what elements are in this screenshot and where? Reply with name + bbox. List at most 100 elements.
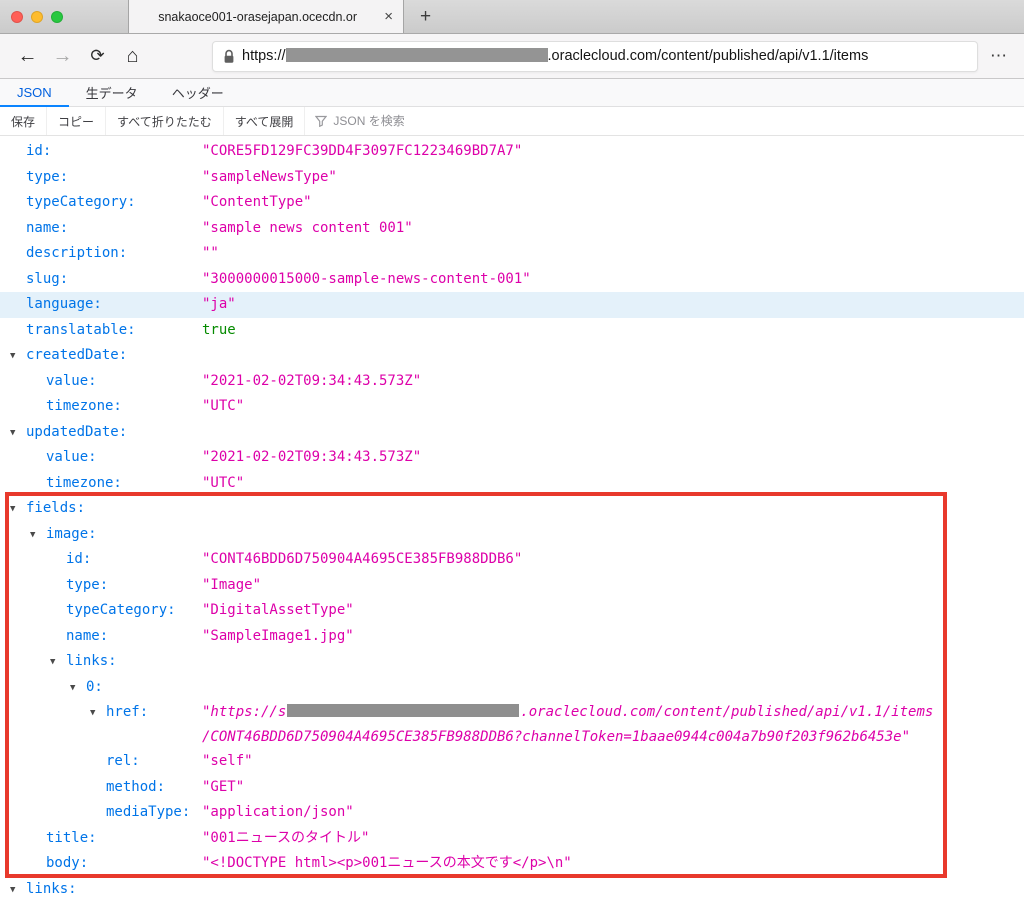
json-key: value: (46, 373, 97, 389)
window-minimize-button[interactable] (31, 11, 43, 23)
json-key: href: (106, 704, 148, 720)
twisty-icon[interactable]: ▼ (50, 650, 66, 675)
json-value: "self" (202, 749, 1024, 774)
json-row-mediaType[interactable]: ▼mediaType:"application/json" (0, 800, 1024, 826)
copy-button[interactable]: コピー (47, 107, 106, 135)
json-key: language: (26, 296, 102, 312)
json-row-href[interactable]: ▼href: "https://s.oraclecloud.com/content… (0, 700, 1024, 749)
json-row-id[interactable]: ▼id:"CORE5FD129FC39DD4F3097FC1223469BD7A… (0, 139, 1024, 165)
json-value: "ja" (202, 292, 1024, 317)
collapse-all-button[interactable]: すべて折りたたむ (106, 107, 224, 135)
annotation-red-box: ▼fields:▼image:▼id:"CONT46BDD6D750904A46… (0, 496, 1024, 877)
new-tab-button[interactable]: + (404, 0, 447, 33)
save-button[interactable]: 保存 (0, 107, 47, 135)
json-filter (305, 114, 543, 128)
json-row-updatedDate[interactable]: ▼updatedDate: (0, 420, 1024, 446)
json-row-name[interactable]: ▼name:"SampleImage1.jpg" (0, 624, 1024, 650)
json-key: translatable: (26, 322, 136, 338)
url-suffix: .oraclecloud.com/content/published/api/v… (548, 48, 869, 64)
json-key: type: (26, 169, 68, 185)
json-row-links[interactable]: ▼links: (0, 877, 1024, 899)
json-value: "CONT46BDD6D750904A4695CE385FB988DDB6" (202, 547, 1024, 572)
twisty-icon[interactable]: ▼ (90, 701, 106, 726)
window-titlebar: snakaoce001-orasejapan.ocecdn.or × + (0, 0, 1024, 34)
tab-raw-data[interactable]: 生データ (69, 79, 155, 106)
json-row-method[interactable]: ▼method:"GET" (0, 775, 1024, 801)
json-value: true (202, 318, 1024, 343)
json-value: "application/json" (202, 800, 1024, 825)
window-close-button[interactable] (11, 11, 23, 23)
json-key: timezone: (46, 398, 122, 414)
json-value: "Image" (202, 573, 1024, 598)
json-key: type: (66, 577, 108, 593)
json-key: timezone: (46, 475, 122, 491)
json-value: "3000000015000-sample-news-content-001" (202, 267, 1024, 292)
json-row-value[interactable]: ▼value:"2021-02-02T09:34:43.573Z" (0, 445, 1024, 471)
browser-tab[interactable]: snakaoce001-orasejapan.ocecdn.or × (128, 0, 404, 33)
forward-icon[interactable]: → (45, 40, 80, 72)
url-text: https:// .oraclecloud.com/content/publish… (242, 48, 868, 64)
json-row-slug[interactable]: ▼slug:"3000000015000-sample-news-content… (0, 267, 1024, 293)
json-row-links[interactable]: ▼links: (0, 649, 1024, 675)
json-row-typeCategory[interactable]: ▼typeCategory:"DigitalAssetType" (0, 598, 1024, 624)
json-key: id: (26, 143, 51, 159)
json-row-body[interactable]: ▼body:"<!DOCTYPE html><p>001ニュースの本文です</p… (0, 851, 1024, 877)
json-row-title[interactable]: ▼title:"001ニュースのタイトル" (0, 826, 1024, 852)
json-key: updatedDate: (26, 424, 127, 440)
json-row-fields[interactable]: ▼fields: (0, 496, 1024, 522)
json-key: name: (66, 628, 108, 644)
filter-funnel-icon (315, 115, 327, 127)
json-row-0[interactable]: ▼0: (0, 675, 1024, 701)
tab-headers[interactable]: ヘッダー (155, 79, 241, 106)
json-row-type[interactable]: ▼type:"Image" (0, 573, 1024, 599)
json-row-typeCategory[interactable]: ▼typeCategory:"ContentType" (0, 190, 1024, 216)
json-row-description[interactable]: ▼description:"" (0, 241, 1024, 267)
json-key: id: (66, 551, 91, 567)
json-value: "" (202, 241, 1024, 266)
json-viewer-toolbar: 保存 コピー すべて折りたたむ すべて展開 (0, 107, 1024, 136)
json-row-timezone[interactable]: ▼timezone:"UTC" (0, 471, 1024, 497)
twisty-icon[interactable]: ▼ (10, 344, 26, 369)
window-zoom-button[interactable] (51, 11, 63, 23)
json-value: "CORE5FD129FC39DD4F3097FC1223469BD7A7" (202, 139, 1024, 164)
json-key: image: (46, 526, 97, 542)
tab-json[interactable]: JSON (0, 79, 69, 106)
home-icon[interactable]: ⌂ (115, 40, 150, 72)
json-row-id[interactable]: ▼id:"CONT46BDD6D750904A4695CE385FB988DDB… (0, 547, 1024, 573)
twisty-icon[interactable]: ▼ (10, 421, 26, 446)
reload-icon[interactable]: ⟳ (80, 40, 115, 72)
json-row-value[interactable]: ▼value:"2021-02-02T09:34:43.573Z" (0, 369, 1024, 395)
url-scheme: https:// (242, 48, 286, 64)
json-key: typeCategory: (26, 194, 136, 210)
json-key: 0: (86, 679, 103, 695)
page-actions-menu-icon[interactable]: ⋯ (984, 40, 1014, 72)
tab-close-icon[interactable]: × (384, 9, 393, 24)
json-key: description: (26, 245, 127, 261)
json-row-type[interactable]: ▼type:"sampleNewsType" (0, 165, 1024, 191)
traffic-lights (0, 0, 128, 33)
json-key: links: (26, 881, 77, 897)
json-row-translatable[interactable]: ▼translatable:true (0, 318, 1024, 344)
json-row-name[interactable]: ▼name:"sample news content 001" (0, 216, 1024, 242)
json-value: "UTC" (202, 394, 1024, 419)
json-value: "https://s.oraclecloud.com/content/publi… (202, 700, 1024, 749)
expand-all-button[interactable]: すべて展開 (224, 107, 306, 135)
json-row-createdDate[interactable]: ▼createdDate: (0, 343, 1024, 369)
json-key: body: (46, 855, 88, 871)
url-bar[interactable]: https:// .oraclecloud.com/content/publish… (212, 41, 978, 72)
json-row-timezone[interactable]: ▼timezone:"UTC" (0, 394, 1024, 420)
json-row-rel[interactable]: ▼rel:"self" (0, 749, 1024, 775)
back-icon[interactable]: ← (10, 40, 45, 72)
filter-input[interactable] (333, 114, 533, 128)
twisty-icon[interactable]: ▼ (10, 878, 26, 899)
json-value: "001ニュースのタイトル" (202, 826, 1024, 851)
json-key: slug: (26, 271, 68, 287)
twisty-icon[interactable]: ▼ (70, 676, 86, 701)
json-value: "<!DOCTYPE html><p>001ニュースの本文です</p>\n" (202, 851, 1024, 876)
twisty-icon[interactable]: ▼ (30, 523, 46, 548)
json-row-language[interactable]: ▼language:"ja" (0, 292, 1024, 318)
json-row-image[interactable]: ▼image: (0, 522, 1024, 548)
twisty-icon[interactable]: ▼ (10, 497, 26, 522)
json-value: "sample news content 001" (202, 216, 1024, 241)
url-redaction-box (286, 48, 548, 62)
